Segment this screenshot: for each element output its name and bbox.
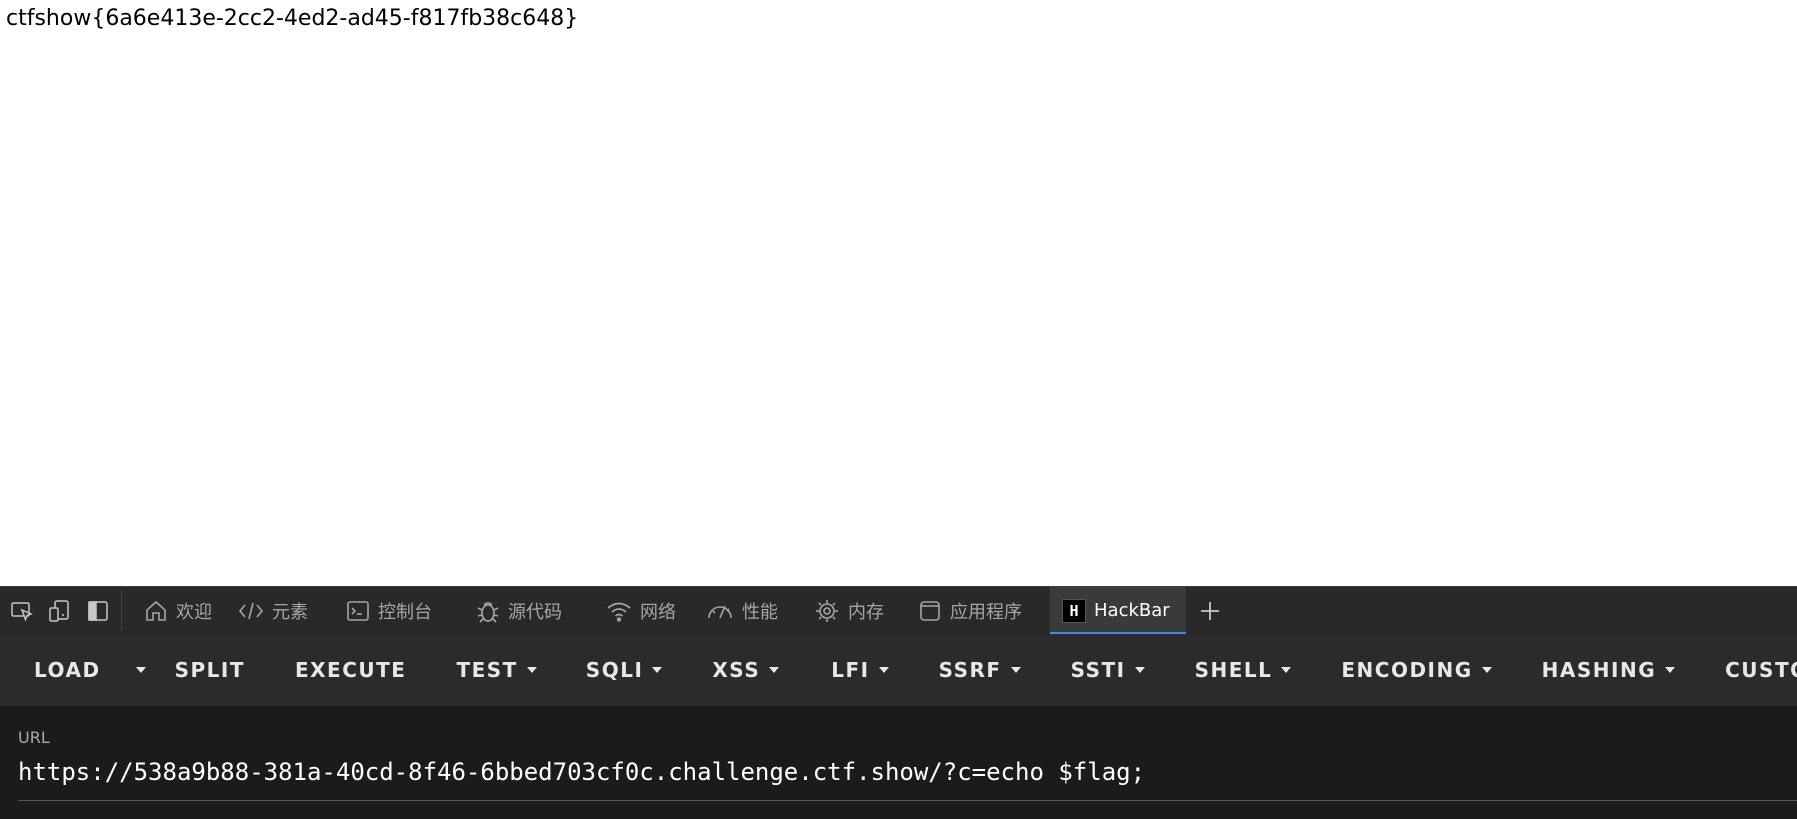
code-icon xyxy=(238,599,264,623)
tab-performance[interactable]: 性能 xyxy=(690,587,792,635)
web-page-viewport: ctfshow{6a6e413e-2cc2-4ed2-ad45-f817fb38… xyxy=(0,0,1797,586)
tab-memory-label: 内存 xyxy=(848,601,884,623)
hackbar-logo: H xyxy=(1062,598,1086,623)
hackbar-toolbar: LOAD SPLIT EXECUTE TEST SQLI XSS LFI SSR… xyxy=(0,634,1797,706)
chevron-down-icon xyxy=(1134,667,1145,673)
tab-hackbar-label: HackBar xyxy=(1094,600,1170,621)
ssrf-menu-button[interactable]: SSRF xyxy=(939,634,1021,706)
toolbar-divider xyxy=(121,590,122,631)
home-icon xyxy=(144,599,168,623)
url-input-underline xyxy=(18,800,1797,801)
device-emulation-icon[interactable] xyxy=(41,587,79,635)
tab-sources[interactable]: 源代码 xyxy=(446,587,576,635)
load-dropdown-button[interactable] xyxy=(135,634,146,706)
chevron-down-icon xyxy=(878,667,889,673)
tab-console-label: 控制台 xyxy=(378,601,432,623)
xss-menu-button[interactable]: XSS xyxy=(712,634,780,706)
chevron-down-icon xyxy=(1281,667,1292,673)
ssti-menu-button[interactable]: SSTI xyxy=(1071,634,1145,706)
encoding-menu-button[interactable]: ENCODING xyxy=(1341,634,1492,706)
devtools-panel: 欢迎 元素 控制台 源代码 网络 性能 内存 应用程序 H HackBar LO… xyxy=(0,586,1797,819)
shell-menu-button[interactable]: SHELL xyxy=(1195,634,1292,706)
tab-welcome-label: 欢迎 xyxy=(176,601,212,623)
tab-console[interactable]: 控制台 xyxy=(322,587,446,635)
tab-application[interactable]: 应用程序 xyxy=(898,587,1036,635)
lfi-menu-button[interactable]: LFI xyxy=(831,634,889,706)
split-button[interactable]: SPLIT xyxy=(175,634,245,706)
tab-sources-label: 源代码 xyxy=(508,601,562,623)
tab-elements-label: 元素 xyxy=(272,601,308,623)
dock-side-icon[interactable] xyxy=(79,587,117,635)
tab-network[interactable]: 网络 xyxy=(576,587,690,635)
chevron-down-icon xyxy=(1481,667,1492,673)
bug-icon xyxy=(476,598,500,624)
inspect-element-icon[interactable] xyxy=(3,587,41,635)
hackbar-url-panel: URL https://538a9b88-381a-40cd-8f46-6bbe… xyxy=(0,706,1797,819)
app-icon xyxy=(918,599,942,623)
gauge-icon xyxy=(706,600,734,622)
tab-elements[interactable]: 元素 xyxy=(226,587,322,635)
load-button[interactable]: LOAD xyxy=(34,634,101,706)
chevron-down-icon xyxy=(1665,667,1676,673)
sqli-menu-button[interactable]: SQLI xyxy=(586,634,663,706)
tab-network-label: 网络 xyxy=(640,601,676,623)
hashing-menu-button[interactable]: HASHING xyxy=(1542,634,1676,706)
url-label: URL xyxy=(18,728,50,747)
tab-application-label: 应用程序 xyxy=(950,601,1022,623)
custom-menu-button[interactable]: CUSTOM xyxy=(1725,634,1797,706)
tab-welcome[interactable]: 欢迎 xyxy=(132,587,226,635)
url-input[interactable]: https://538a9b88-381a-40cd-8f46-6bbed703… xyxy=(18,758,1797,786)
execute-button[interactable]: EXECUTE xyxy=(295,634,406,706)
test-menu-button[interactable]: TEST xyxy=(456,634,537,706)
chip-icon xyxy=(814,598,840,624)
chevron-down-icon xyxy=(652,667,663,673)
page-content-text: ctfshow{6a6e413e-2cc2-4ed2-ad45-f817fb38… xyxy=(6,6,579,31)
chevron-down-icon xyxy=(769,667,780,673)
plus-icon[interactable] xyxy=(1186,587,1234,635)
tab-memory[interactable]: 内存 xyxy=(792,587,898,635)
chevron-down-icon xyxy=(526,667,537,673)
console-icon xyxy=(346,599,370,623)
tab-performance-label: 性能 xyxy=(742,601,778,623)
tab-hackbar[interactable]: H HackBar xyxy=(1050,586,1186,635)
chevron-down-icon xyxy=(1010,667,1021,673)
chevron-down-icon xyxy=(135,667,146,673)
devtools-tab-strip: 欢迎 元素 控制台 源代码 网络 性能 内存 应用程序 H HackBar xyxy=(0,586,1797,635)
wifi-icon xyxy=(606,600,632,622)
